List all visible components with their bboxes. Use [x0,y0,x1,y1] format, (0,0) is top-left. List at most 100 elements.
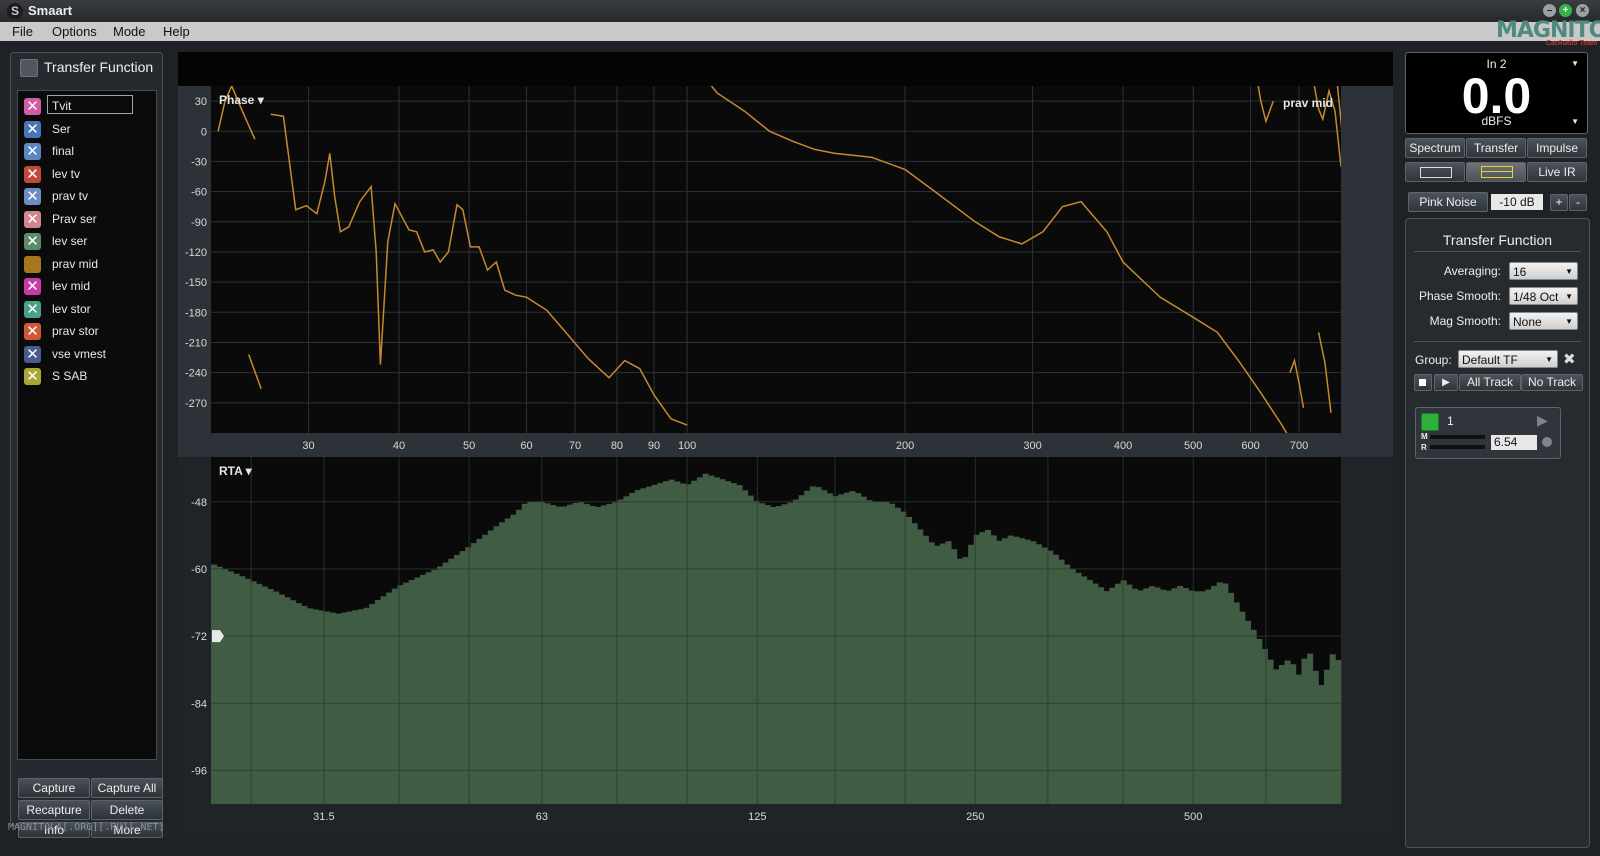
tab-impulse[interactable]: Impulse [1527,138,1587,158]
engine-active-indicator[interactable] [1421,413,1439,431]
unit-dropdown-icon[interactable]: ▼ [1571,117,1579,126]
rta-bar [583,504,590,804]
trace-item[interactable]: ✕ lev mid [24,277,154,297]
noise-plus-button[interactable]: + [1550,194,1568,211]
trace-item[interactable]: ✕ lev ser [24,232,154,252]
maximize-icon[interactable]: + [1559,4,1572,17]
all-track-button[interactable]: All Track [1459,374,1521,391]
trace-item[interactable]: ✕ Ser [24,120,154,140]
rta-bar [1069,569,1076,804]
x-icon[interactable]: ✕ [24,300,41,318]
rta-bar [804,490,811,804]
x-icon[interactable]: ✕ [24,368,41,385]
rta-bar [843,492,850,804]
m-label: M [1421,432,1428,441]
trace-item[interactable]: ✕ lev tv [24,165,154,185]
phase-y-tick-label: -30 [191,156,207,168]
rta-bar [527,501,534,804]
rta-bar [951,549,958,804]
delay-field[interactable]: 6.54 [1491,435,1537,450]
chevron-down-icon: ▼ [1565,267,1573,276]
trace-item[interactable]: ✕ lev stor [24,300,154,320]
rta-bar [391,588,398,804]
close-icon[interactable]: × [1576,4,1589,17]
x-icon[interactable]: ✕ [24,323,41,340]
menu-file[interactable]: File [12,24,33,39]
rta-bar [708,475,715,804]
rta-bar [437,566,444,804]
group-select[interactable]: Default TF ▼ [1458,350,1558,368]
group-value: Default TF [1462,353,1518,367]
menu-options[interactable]: Options [52,24,97,39]
dual-plot-button[interactable] [1466,162,1526,182]
noise-level-field[interactable]: -10 dB [1491,194,1543,210]
delay-finder-icon[interactable] [1542,437,1552,447]
minimize-icon[interactable]: – [1543,4,1556,17]
x-icon[interactable]: ✕ [24,165,41,183]
x-icon[interactable]: ✕ [24,233,41,250]
rta-bar [386,592,393,804]
trace-item[interactable]: ✕ final [24,142,154,162]
rta-plot[interactable]: -48 -60 -72 -84 -96 31.5 63 125 250 500 RTA ▾ [178,457,1393,832]
rta-bar [278,594,285,804]
stop-button[interactable] [1414,374,1432,391]
x-icon[interactable]: ✕ [24,345,41,363]
single-plot-button[interactable] [1405,162,1465,182]
x-icon[interactable]: ✕ [24,143,41,160]
rta-bar [1013,536,1020,804]
x-icon[interactable]: ✕ [24,210,41,228]
phase-plot[interactable]: 30 0 -30 -60 -90 -120 -150 -180 -210 -240 -270 30 40… [178,52,1393,457]
rta-bar [493,526,500,804]
rta-bar [1267,659,1274,804]
rta-bar [1228,592,1235,804]
trace-item[interactable]: ✕ Prav ser [24,210,154,230]
tab-transfer[interactable]: Transfer [1466,138,1526,158]
menu-mode[interactable]: Mode [113,24,146,39]
live-ir-button[interactable]: Live IR [1527,162,1587,182]
capture-button[interactable]: Capture [18,778,90,798]
x-icon[interactable]: ✕ [24,98,41,115]
rta-bar [290,600,297,804]
x-icon[interactable]: ✕ [24,120,41,138]
trace-item[interactable]: ✕ S SAB [24,367,154,387]
rta-bar [623,496,630,804]
phase-x-tick-label: 70 [569,440,581,452]
x-icon[interactable]: ✕ [24,188,41,205]
trace-item[interactable]: ✕ prav tv [24,187,154,207]
level-meter[interactable]: In 2 ▼ 0.0 dBFS ▼ [1405,52,1588,134]
rta-bar [770,507,777,804]
recapture-button[interactable]: Recapture [18,800,90,820]
capture-all-button[interactable]: Capture All [91,778,163,798]
rta-bar [233,573,240,804]
rta-bar [663,481,670,804]
play-button[interactable]: ▶ [1434,374,1458,391]
rta-bar [544,503,551,804]
trace-item[interactable]: ✕ vse vmest [24,345,154,365]
tab-spectrum[interactable]: Spectrum [1405,138,1465,158]
rta-bar [1278,665,1285,804]
engine-play-icon[interactable]: ▶ [1537,412,1548,429]
mag-smooth-select[interactable]: None ▼ [1509,312,1578,330]
trace-item[interactable]: ✕ Tvit [24,95,154,117]
rta-bar [973,534,980,804]
trace-item[interactable]: ✕ prav stor [24,322,154,342]
trace-item[interactable]: prav mid [24,255,154,275]
tools-icon[interactable]: ✖ [1563,350,1576,368]
averaging-select[interactable]: 16 ▼ [1509,262,1578,280]
menu-help[interactable]: Help [163,24,190,39]
color-swatch-icon[interactable] [24,255,41,273]
rta-bar [1115,583,1122,804]
no-track-button[interactable]: No Track [1521,374,1583,391]
panel-checkbox[interactable] [20,59,38,77]
phase-smooth-select[interactable]: 1/48 Oct ▼ [1509,287,1578,305]
rta-bar [928,542,935,804]
delete-button[interactable]: Delete [91,800,163,820]
r-level-bar [1430,445,1485,449]
engine-box[interactable]: 1 ▶ M R 6.54 [1415,407,1561,459]
x-icon[interactable]: ✕ [24,278,41,295]
rta-bar [261,586,268,804]
noise-minus-button[interactable]: - [1569,194,1587,211]
pink-noise-button[interactable]: Pink Noise [1408,192,1488,212]
rta-bar [866,500,873,804]
rta-bar [465,547,472,804]
